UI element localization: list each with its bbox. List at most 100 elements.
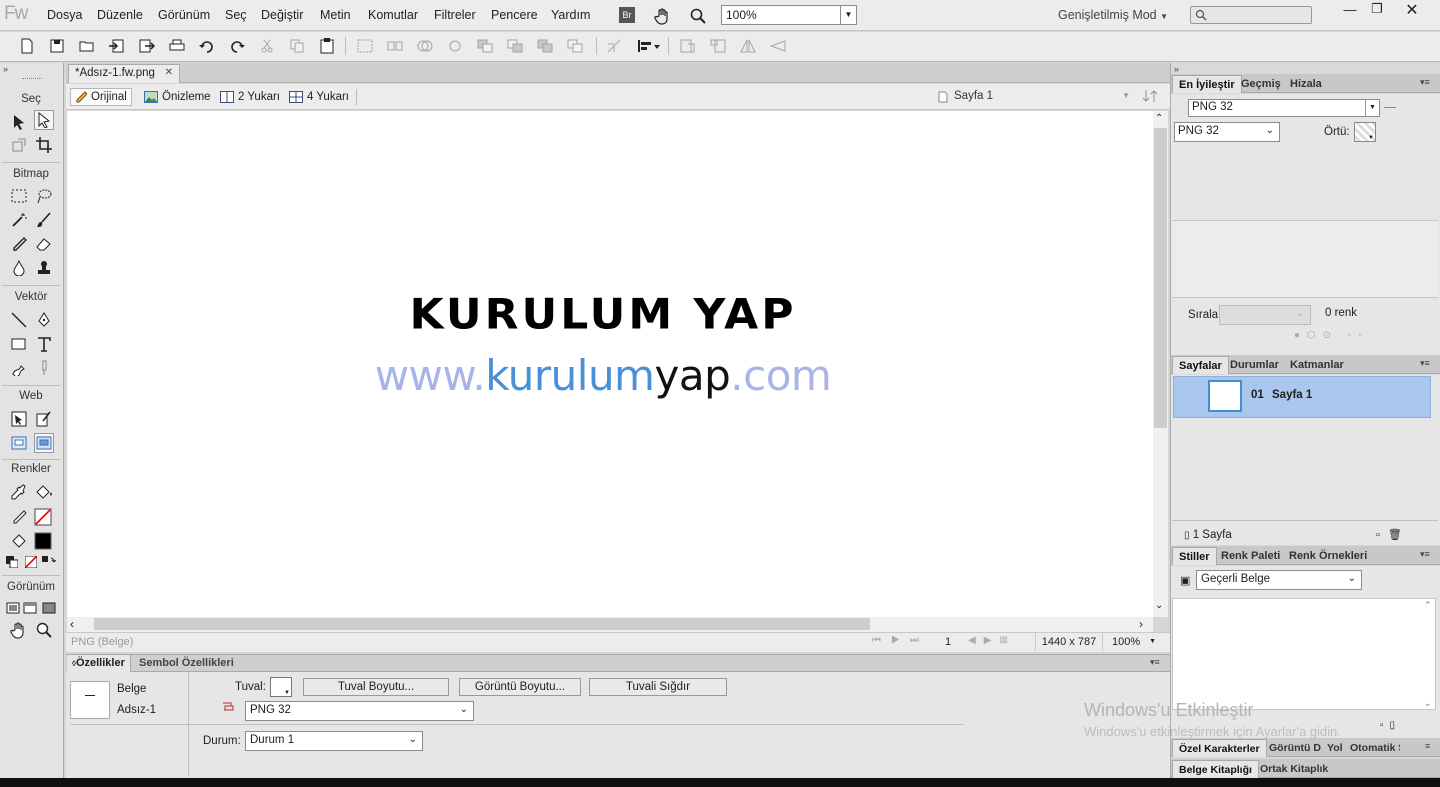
- workspace-mode-select[interactable]: Genişletilmiş Mod ▼: [1058, 8, 1168, 22]
- line-icon[interactable]: [9, 310, 29, 330]
- slice-icon[interactable]: [34, 409, 54, 429]
- hide-slices-icon[interactable]: [9, 433, 29, 453]
- restore-button[interactable]: ❐: [1363, 1, 1391, 19]
- menu-duzenle[interactable]: Düzenle: [97, 8, 143, 22]
- pencil-icon[interactable]: [9, 234, 29, 254]
- ungroup-icon[interactable]: [386, 37, 404, 55]
- stroke-color-swatch[interactable]: [33, 507, 53, 527]
- rectangle-icon[interactable]: [9, 334, 29, 354]
- blur-icon[interactable]: [9, 258, 29, 278]
- send-backward-icon[interactable]: [536, 37, 554, 55]
- default-colors-icon[interactable]: [5, 555, 19, 569]
- scroll-right-icon[interactable]: ›: [1139, 617, 1143, 631]
- close-button[interactable]: ✕: [1398, 0, 1426, 19]
- vertical-scroll-thumb[interactable]: [1154, 128, 1167, 428]
- bridge-button[interactable]: Br: [619, 7, 635, 23]
- optimize-preset-select[interactable]: PNG 32 ▼: [1188, 99, 1380, 117]
- save-icon[interactable]: [48, 37, 66, 55]
- grip-handle[interactable]: [22, 78, 42, 80]
- tab-ozellikler[interactable]: ◊Özellikler: [67, 655, 131, 672]
- cut-icon[interactable]: [258, 37, 276, 55]
- align-edit-icon[interactable]: [606, 37, 624, 55]
- search-input[interactable]: [1190, 6, 1312, 24]
- copy-icon[interactable]: [288, 37, 306, 55]
- text-tool-icon[interactable]: [34, 334, 54, 354]
- zoom-icon[interactable]: [688, 6, 708, 26]
- color-table-controls[interactable]: ●⬡⊙ ▫▫: [1294, 330, 1369, 341]
- view-preview-button[interactable]: Önizleme: [140, 88, 215, 106]
- panel-menu-icon[interactable]: ≡: [1425, 741, 1430, 751]
- document-canvas[interactable]: KURULUM YAP www.kurulumyap.com: [67, 111, 1153, 617]
- frame-nav-controls[interactable]: ◀▶⊠: [968, 635, 1016, 646]
- hotspot-icon[interactable]: [9, 409, 29, 429]
- brush-icon[interactable]: [34, 210, 54, 230]
- menu-dosya[interactable]: Dosya: [47, 8, 82, 22]
- no-color-icon[interactable]: [24, 555, 38, 569]
- split-icon[interactable]: [446, 37, 464, 55]
- flip-horizontal-icon[interactable]: [739, 37, 757, 55]
- tab-auto-shape[interactable]: Otomatik Ş: [1344, 739, 1400, 757]
- scroll-down-icon[interactable]: ⌄: [1155, 600, 1163, 611]
- export-icon[interactable]: [138, 37, 156, 55]
- view-4up-button[interactable]: 4 Yukarı: [285, 88, 353, 106]
- redo-icon[interactable]: [228, 37, 246, 55]
- group-icon[interactable]: [356, 37, 374, 55]
- standard-screen-icon[interactable]: [5, 598, 21, 618]
- fill-color-swatch[interactable]: [33, 531, 53, 551]
- menu-filtreler[interactable]: Filtreler: [434, 8, 476, 22]
- bring-forward-icon[interactable]: [506, 37, 524, 55]
- crop-icon[interactable]: [34, 135, 54, 155]
- page-actions[interactable]: ▫🗑: [1376, 528, 1410, 541]
- zoom-select[interactable]: 100% ▼: [721, 5, 857, 25]
- tab-sembol-ozellikleri[interactable]: Sembol Özellikleri: [134, 655, 239, 672]
- panel-menu-icon[interactable]: ▾≡: [1420, 358, 1430, 369]
- tab-layers[interactable]: Katmanlar: [1284, 356, 1350, 374]
- collapse-icon[interactable]: »: [3, 64, 8, 74]
- undo-icon[interactable]: [198, 37, 216, 55]
- align-dropdown-icon[interactable]: [636, 37, 662, 55]
- lasso-icon[interactable]: [34, 186, 54, 206]
- status-zoom-select[interactable]: 100% ▼: [1108, 633, 1160, 651]
- view-2up-button[interactable]: 2 Yukarı: [216, 88, 284, 106]
- send-back-icon[interactable]: [566, 37, 584, 55]
- tab-history[interactable]: Geçmiş: [1235, 75, 1287, 93]
- rotate-ccw-icon[interactable]: [679, 37, 697, 55]
- panel-menu-icon[interactable]: ▾≡: [1420, 549, 1430, 560]
- open-icon[interactable]: [78, 37, 96, 55]
- tab-optimize[interactable]: En İyileştir: [1172, 75, 1242, 93]
- magic-wand-icon[interactable]: [9, 210, 29, 230]
- fullscreen-icon[interactable]: [41, 598, 57, 618]
- tab-styles[interactable]: Stiller: [1172, 547, 1217, 565]
- scroll-up-icon[interactable]: ⌃: [1155, 113, 1163, 124]
- knife-icon[interactable]: [34, 358, 54, 378]
- matte-color-swatch[interactable]: ▼: [1354, 122, 1376, 142]
- paste-icon[interactable]: [318, 37, 336, 55]
- scroll-down-icon[interactable]: ⌄: [1424, 698, 1432, 709]
- tab-image-edit[interactable]: Görüntü D: [1263, 739, 1321, 757]
- panel-menu-icon[interactable]: ▾≡: [1420, 77, 1430, 88]
- tab-special-characters[interactable]: Özel Karakterler: [1172, 739, 1267, 757]
- export-format-select[interactable]: PNG 32 ⌄: [245, 701, 474, 721]
- styles-select[interactable]: Geçerli Belge ⌄: [1196, 570, 1362, 590]
- menu-degistir[interactable]: Değiştir: [261, 8, 303, 22]
- image-size-button[interactable]: Görüntü Boyutu...: [459, 678, 581, 696]
- print-icon[interactable]: [168, 37, 186, 55]
- hand-tool-icon[interactable]: [9, 620, 29, 640]
- rubber-stamp-icon[interactable]: [34, 258, 54, 278]
- swap-colors-icon[interactable]: [41, 555, 57, 569]
- hand-icon[interactable]: [653, 6, 673, 26]
- paint-bucket-icon[interactable]: [34, 482, 54, 502]
- fill-color-bucket-icon[interactable]: [9, 531, 29, 551]
- tab-states[interactable]: Durumlar: [1224, 356, 1285, 374]
- panel-menu-icon[interactable]: ▾≡: [1150, 657, 1160, 668]
- tab-document-library[interactable]: Belge Kitaplığı: [1172, 760, 1259, 778]
- optimize-format-select[interactable]: PNG 32 ⌄: [1174, 122, 1280, 142]
- document-tab[interactable]: *Adsız-1.fw.png ✕: [68, 64, 180, 83]
- styles-list[interactable]: [1172, 598, 1436, 710]
- sort-select[interactable]: ⌄: [1219, 305, 1311, 325]
- view-original-button[interactable]: Orijinal: [70, 88, 132, 106]
- show-slices-icon[interactable]: [34, 433, 54, 453]
- scroll-up-icon[interactable]: ⌃: [1424, 600, 1432, 611]
- menu-yardim[interactable]: Yardım: [551, 8, 590, 22]
- tab-pages[interactable]: Sayfalar: [1172, 356, 1229, 374]
